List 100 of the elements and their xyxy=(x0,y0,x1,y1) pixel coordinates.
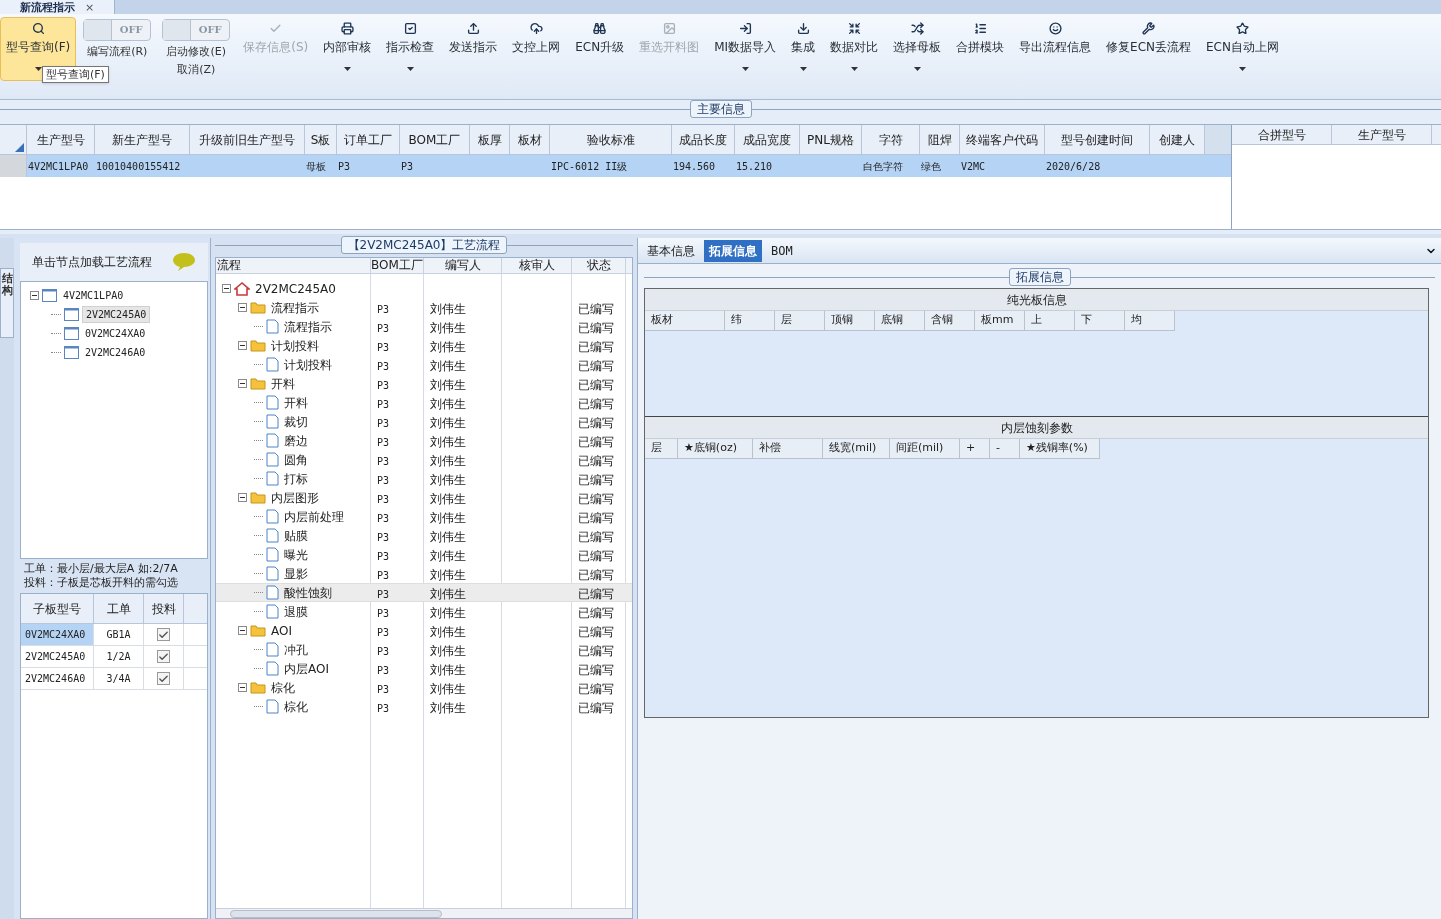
tooltip: 型号查询(F) xyxy=(42,66,109,83)
table-cell: 刘伟生 xyxy=(430,396,466,411)
flow-step: 显影 xyxy=(284,564,308,583)
table-cell-text: 2V2MC246A0 xyxy=(25,672,86,686)
group-title: 拓展信息 xyxy=(1008,268,1071,286)
table-cell: 刘伟生 xyxy=(430,434,466,449)
table-cell-text: IPC-6012 II级 xyxy=(551,159,628,174)
table-cell: 刘伟生 xyxy=(430,681,466,696)
flow-step: 贴膜 xyxy=(284,526,308,545)
table-cell-text: 母板 xyxy=(306,159,326,174)
table-cell: 刘伟生 xyxy=(430,320,466,335)
table-cell: 已编写 xyxy=(578,567,614,582)
flow-step: 冲孔 xyxy=(284,640,308,659)
table-cell-text: 15.210 xyxy=(736,159,773,174)
group-title: 主要信息 xyxy=(689,100,752,118)
flow-step: 打标 xyxy=(284,469,308,488)
table-cell: P3 xyxy=(377,664,390,676)
table-cell: 刘伟生 xyxy=(430,548,466,563)
table-cell: 刘伟生 xyxy=(430,510,466,525)
table-cell-text: P3 xyxy=(338,159,351,174)
flow-step: 裁切 xyxy=(284,412,308,431)
flow-step: 开料 xyxy=(271,374,295,393)
tab-title: 新流程指示 xyxy=(20,0,75,14)
flow-step: 开料 xyxy=(284,393,308,412)
table-cell: 刘伟生 xyxy=(430,586,466,601)
table-cell: P3 xyxy=(377,531,390,543)
table-cell: 已编写 xyxy=(578,586,614,601)
flow-step: 计划投料 xyxy=(271,336,319,355)
table-cell: 刘伟生 xyxy=(430,339,466,354)
table-cell: P3 xyxy=(377,493,390,505)
table-cell: 刘伟生 xyxy=(430,491,466,506)
toggle-label: 取消(Z) xyxy=(177,63,216,77)
flow-step: 2V2MC245A0 xyxy=(255,279,336,298)
table-cell: 刘伟生 xyxy=(430,529,466,544)
table-cell-text: 2V2MC245A0 xyxy=(25,650,86,664)
group-title: 【2V2MC245A0】工艺流程 xyxy=(340,236,508,254)
table-cell: P3 xyxy=(377,569,390,581)
table-cell: 刘伟生 xyxy=(430,700,466,715)
table-cell-text: 4V2MC1LPA0 xyxy=(28,159,89,174)
table-cell: 已编写 xyxy=(578,681,614,696)
table-cell: P3 xyxy=(377,398,390,410)
table-cell: P3 xyxy=(377,607,390,619)
table-cell: 刘伟生 xyxy=(430,624,466,639)
table-cell: 已编写 xyxy=(578,548,614,563)
flow-step: 流程指示 xyxy=(271,298,319,317)
table-cell-text: 10010400155412 xyxy=(96,159,181,174)
table-cell: 刘伟生 xyxy=(430,377,466,392)
toggle-label: 启动修改(E) xyxy=(166,45,227,59)
table-cell: P3 xyxy=(377,702,390,714)
table-cell: 已编写 xyxy=(578,453,614,468)
table-cell: 已编写 xyxy=(578,320,614,335)
table-cell: 已编写 xyxy=(578,643,614,658)
table-cell: 已编写 xyxy=(578,339,614,354)
table-cell-text: 1/2A xyxy=(106,650,131,664)
flow-step: 内层图形 xyxy=(271,488,319,507)
table-cell: P3 xyxy=(377,455,390,467)
table-cell: 已编写 xyxy=(578,434,614,449)
table-cell: 刘伟生 xyxy=(430,301,466,316)
table-cell: P3 xyxy=(377,417,390,429)
flow-step: 退膜 xyxy=(284,602,308,621)
table-cell: 刘伟生 xyxy=(430,415,466,430)
flow-step: 内层前处理 xyxy=(284,507,344,526)
table-cell: 已编写 xyxy=(578,377,614,392)
table-cell-text: 绿色 xyxy=(921,159,941,174)
table-cell: 已编写 xyxy=(578,396,614,411)
flow-step: 棕化 xyxy=(271,678,295,697)
table-cell-text: 0V2MC24XA0 xyxy=(25,628,86,642)
table-cell: P3 xyxy=(377,683,390,695)
flow-step: 流程指示 xyxy=(284,317,332,336)
table-cell: 刘伟生 xyxy=(430,567,466,582)
hint-text: 工单：最小层/最大层A 如:2/7A xyxy=(24,562,179,576)
table-cell: 刘伟生 xyxy=(430,643,466,658)
table-cell: 已编写 xyxy=(578,662,614,677)
table-cell-text: P3 xyxy=(401,159,414,174)
table-cell: 已编写 xyxy=(578,358,614,373)
table-cell: 已编写 xyxy=(578,605,614,620)
table-cell: 已编写 xyxy=(578,700,614,715)
toggle-label: 编写流程(R) xyxy=(87,45,148,59)
table-cell: 刘伟生 xyxy=(430,453,466,468)
section-title: 内层蚀刻参数 xyxy=(1000,419,1073,437)
table-cell-text: V2MC xyxy=(961,159,986,174)
flow-step: 内层AOI xyxy=(284,659,329,678)
table-cell: 刘伟生 xyxy=(430,472,466,487)
table-cell: 已编写 xyxy=(578,472,614,487)
table-cell: 刘伟生 xyxy=(430,358,466,373)
table-cell: P3 xyxy=(377,379,390,391)
table-cell: P3 xyxy=(377,303,390,315)
table-cell: P3 xyxy=(377,588,390,600)
table-cell: 已编写 xyxy=(578,510,614,525)
flow-step: 棕化 xyxy=(284,697,308,716)
flow-step: 计划投料 xyxy=(284,355,332,374)
table-cell-text: 白色字符 xyxy=(863,159,903,174)
table-cell: P3 xyxy=(377,512,390,524)
flow-step: 酸性蚀刻 xyxy=(284,583,332,602)
flow-step: 磨边 xyxy=(284,431,308,450)
flow-step: 圆角 xyxy=(284,450,308,469)
table-cell-text: GB1A xyxy=(106,628,131,642)
flow-step: 曝光 xyxy=(284,545,308,564)
table-cell: P3 xyxy=(377,550,390,562)
table-cell: P3 xyxy=(377,360,390,372)
